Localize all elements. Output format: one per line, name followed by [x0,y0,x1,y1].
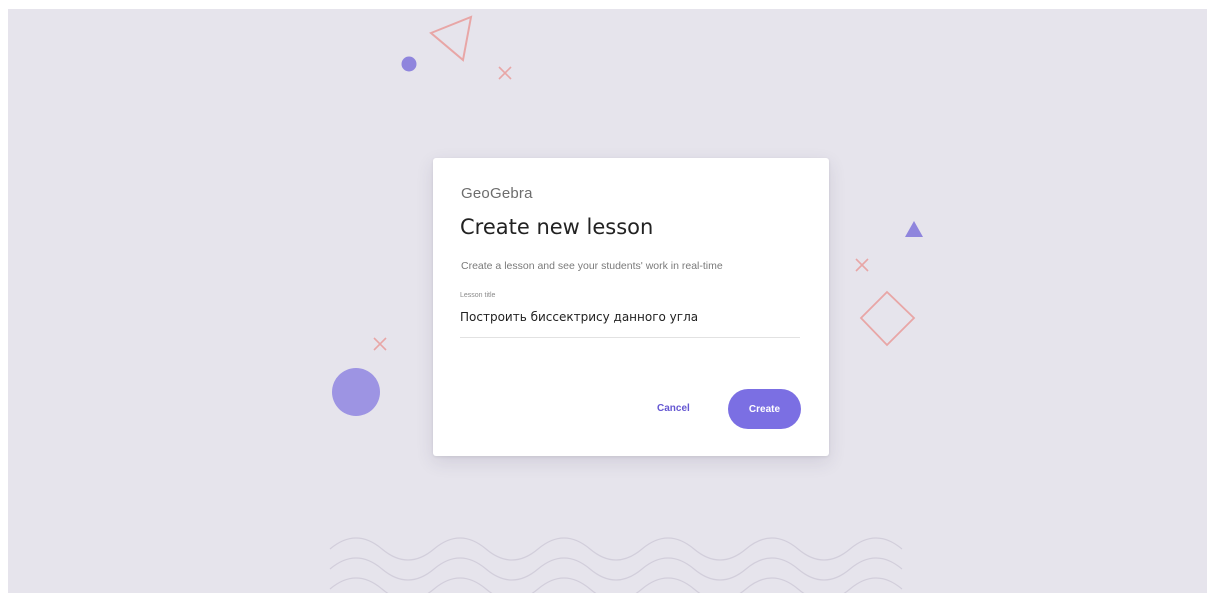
triangle-outline-icon [429,15,473,62]
x-mark-icon [498,66,512,80]
lesson-title-label: Lesson title [460,292,496,299]
dialog-title: Create new lesson [460,215,654,239]
create-button[interactable]: Create [728,389,801,429]
geogebra-logo: GeoGebra [461,185,533,202]
create-lesson-dialog: GeoGebra Create new lesson Create a less… [433,158,829,456]
lesson-title-input[interactable] [460,310,800,324]
diamond-outline-icon [859,290,916,347]
lesson-title-field: Lesson title [460,292,800,338]
filled-triangle-icon [905,221,923,237]
dialog-subtitle: Create a lesson and see your students' w… [461,260,723,272]
x-mark-icon [855,258,869,272]
x-mark-icon [373,337,387,351]
wave-pattern [329,537,903,593]
cancel-button[interactable]: Cancel [651,397,696,419]
dot-icon [401,56,417,72]
large-circle-icon [332,368,380,416]
